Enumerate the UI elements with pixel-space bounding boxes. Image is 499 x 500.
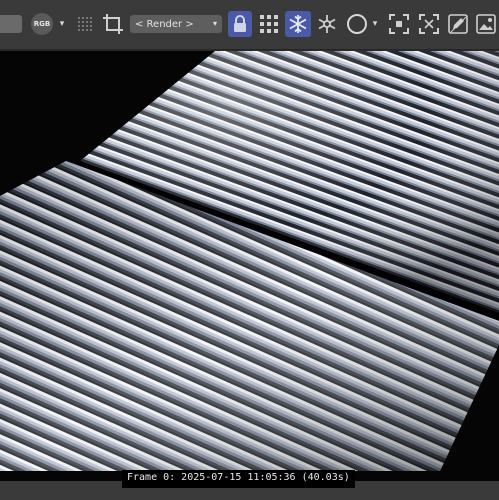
rgb-channel-button[interactable]: RGB <box>31 13 53 35</box>
frame-status-text: Frame 0: 2025-07-15 11:05:36 (40.03s) <box>122 470 355 488</box>
lock-icon[interactable] <box>228 11 252 37</box>
view-dropdown[interactable] <box>0 15 22 33</box>
channel-dropdown-arrow[interactable]: ▾ <box>57 11 67 37</box>
chevron-down-icon: ▾ <box>59 19 65 29</box>
chevron-down-icon: ▾ <box>212 19 217 28</box>
image-icon[interactable] <box>474 11 498 37</box>
region-select-icon[interactable] <box>417 11 441 37</box>
sparkle-icon[interactable] <box>315 11 339 37</box>
rgb-channel-label: RGB <box>33 20 51 28</box>
circle-icon[interactable] <box>345 11 369 37</box>
pen-edit-icon[interactable] <box>446 11 470 37</box>
snowflake-icon[interactable] <box>285 11 311 37</box>
crop-icon[interactable] <box>100 11 126 37</box>
dot-grid-icon[interactable] <box>74 11 96 37</box>
render-select-label: < Render > <box>135 18 194 30</box>
render-select[interactable]: < Render > ▾ <box>130 15 222 33</box>
focus-region-icon[interactable] <box>387 11 411 37</box>
circle-dropdown-arrow[interactable]: ▾ <box>370 11 380 37</box>
render-image <box>0 51 499 471</box>
render-viewport[interactable] <box>0 51 499 500</box>
grid-icon[interactable] <box>257 11 281 37</box>
viewer-toolbar: RGB ▾ < Render > ▾ ▾ <box>0 0 499 50</box>
chevron-down-icon: ▾ <box>372 19 378 29</box>
